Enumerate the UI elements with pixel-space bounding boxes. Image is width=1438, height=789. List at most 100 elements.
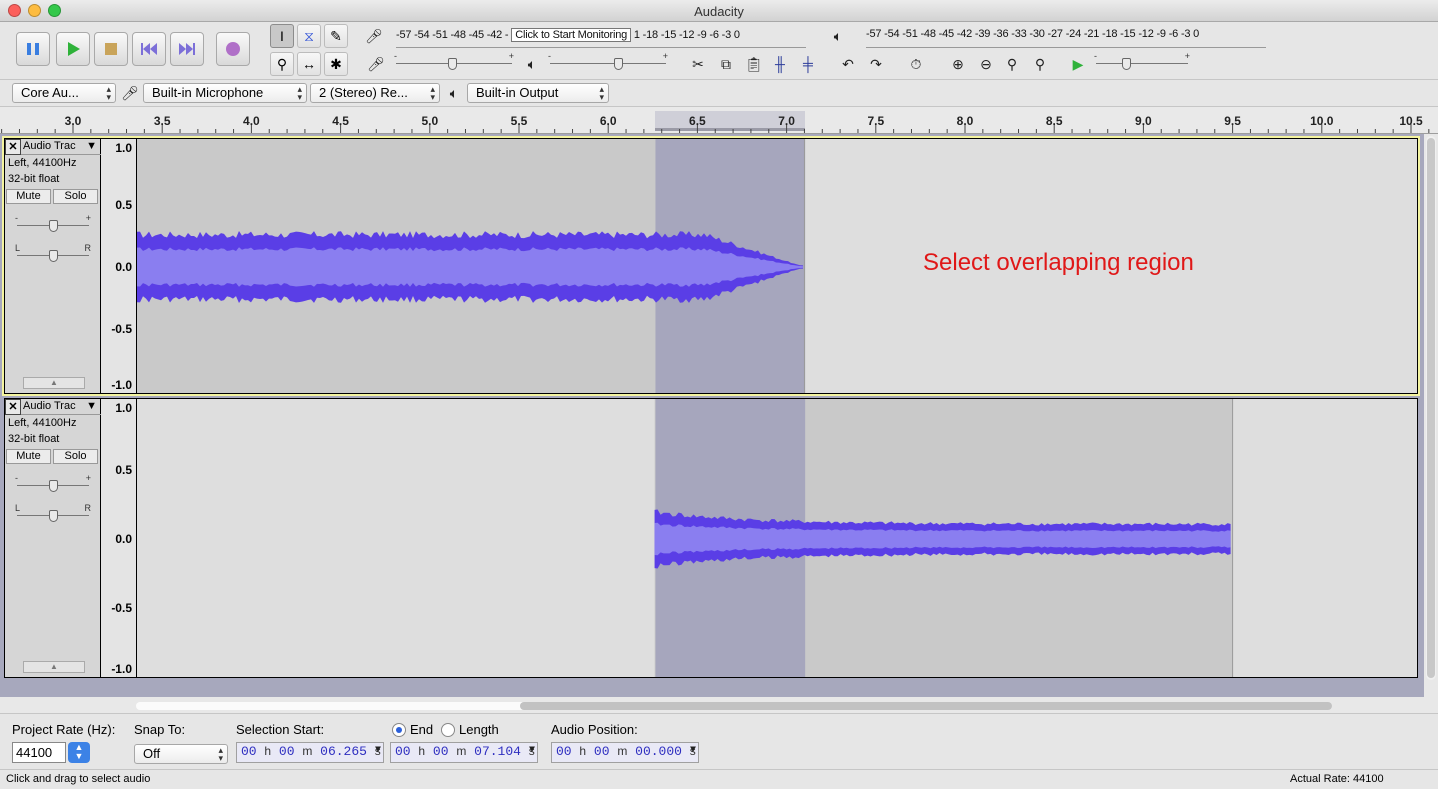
track-close-button[interactable]: ✕ [5,399,21,415]
chevron-down-icon[interactable]: ▼ [86,400,97,412]
slider-max-label: + [85,213,91,223]
track-control-panel: ✕ Audio Trac ▼ Left, 44100Hz 32-bit floa… [5,139,101,393]
selection-start-time[interactable]: 00 h 00 m 06.265 s ▼ [236,742,384,763]
waveform-area[interactable] [137,399,1417,677]
pan-left-label: L [15,503,21,513]
annotation-text: Select overlapping region [923,249,1194,276]
speaker-icon: 🔈︎ [833,27,843,44]
record-button[interactable] [216,32,250,66]
project-rate-stepper[interactable]: ▲ ▼ [68,742,90,763]
zoom-tool-button[interactable]: ⚲ [270,52,294,76]
timeline-ruler[interactable]: 3.0 3.5 4.0 4.5 5.0 5.5 6.0 6.5 7.0 7.5 8.0 8.5 9.0 9… [0,107,1438,134]
collapse-track-button[interactable]: ▲ [23,661,85,673]
snap-to-select[interactable]: Off ▴ ▾ [134,744,228,764]
play-button[interactable] [56,32,90,66]
output-volume-slider[interactable]: - + [548,51,668,71]
draw-tool-button[interactable]: ✎ [324,24,348,48]
zoom-tool-icon: ⚲ [276,55,288,72]
selection-tool-button[interactable]: I [270,24,294,48]
slider-max-label: + [1184,51,1190,61]
selection-toolbar: Project Rate (Hz): 44100 ▲ ▼ Snap To: Off… [0,713,1438,769]
length-radio[interactable] [441,723,455,737]
output-device-select[interactable]: Built-in Output ▴ ▾ [467,83,609,103]
timeshift-tool-icon: ↔ [302,56,316,72]
zoom-out-button[interactable]: ⊖ [974,52,998,76]
fit-selection-button[interactable]: ⚲ [1000,52,1024,76]
close-icon: ✕ [8,141,18,153]
fit-project-icon: ⚲ [1034,55,1046,72]
project-rate-input[interactable]: 44100 [12,742,66,763]
horizontal-scrollbar[interactable] [136,702,1332,710]
stop-button[interactable] [94,32,128,66]
track-name[interactable]: Audio Trac [23,400,76,412]
gain-slider[interactable]: - + [15,213,91,233]
sync-lock-button[interactable]: ⏱ [904,52,928,76]
play-speed-slider[interactable]: - + [1094,51,1190,71]
selection-end-time[interactable]: 00 h 00 m 07.104 s ▼ [390,742,538,763]
record-meter[interactable]: -57 -54 -51 -48 -45 -42 - Click to Start… [396,28,806,48]
ruler-label: 9.5 [1224,114,1241,128]
play-at-speed-button[interactable]: ▶ [1066,52,1090,76]
length-label: Length [459,722,499,737]
cut-button[interactable]: ✂ [686,52,710,76]
pause-button[interactable] [16,32,50,66]
playback-meter[interactable]: -57 -54 -51 -48 -45 -42 -39 -36 -33 -30 … [866,28,1266,48]
audio-host-select[interactable]: Core Au... ▴ ▾ [12,83,116,103]
vertical-scrollbar[interactable] [1426,136,1436,680]
solo-button[interactable]: Solo [53,449,98,464]
chevron-down-icon[interactable]: ▼ [690,745,696,756]
zoom-in-icon: ⊕ [952,55,964,72]
record-meter-button[interactable]: 🎤︎ [362,24,386,48]
input-device-icon: 🎤︎ [121,84,139,101]
chevron-down-icon[interactable]: ▼ [375,745,381,756]
audio-track-2[interactable]: ✕ Audio Trac ▼ Left, 44100Hz 32-bit floa… [4,398,1418,678]
scale-label: 0.0 [115,260,132,274]
input-device-select[interactable]: Built-in Microphone ▴ ▾ [143,83,307,103]
solo-button[interactable]: Solo [53,189,98,204]
zoom-in-button[interactable]: ⊕ [946,52,970,76]
amplitude-ruler: 1.0 0.5 0.0 -0.5 -1.0 [101,399,137,677]
input-volume-slider[interactable]: - + [394,51,514,71]
undo-icon: ↶ [842,55,854,72]
audio-position-time[interactable]: 00 h 00 m 00.000 s ▼ [551,742,699,763]
slider-min-label: - [548,51,551,61]
status-text: Click and drag to select audio [6,773,151,785]
scale-label: -1.0 [111,378,132,392]
track-name[interactable]: Audio Trac [23,140,76,152]
collapse-track-button[interactable]: ▲ [23,377,85,389]
waveform-area[interactable]: Select overlapping region [1,139,1417,393]
paste-button[interactable]: 📋︎ [742,52,766,76]
redo-button[interactable]: ↷ [864,52,888,76]
pan-slider[interactable]: L R [15,243,91,263]
chevron-down-icon[interactable]: ▼ [529,745,535,756]
audio-track-1[interactable]: ✕ Audio Trac ▼ Left, 44100Hz 32-bit floa… [1,136,1420,396]
mute-button[interactable]: Mute [6,189,51,204]
track-close-button[interactable]: ✕ [5,139,21,155]
input-channels-select[interactable]: 2 (Stereo) Re... ▴ ▾ [310,83,440,103]
silence-button[interactable]: ╪ [796,52,820,76]
multi-tool-button[interactable]: ✱ [324,52,348,76]
skip-to-start-button[interactable] [132,32,166,66]
draw-tool-icon: ✎ [330,27,342,44]
playback-meter-button[interactable]: 🔈︎ [826,24,850,48]
end-radio[interactable] [392,723,406,737]
undo-button[interactable]: ↶ [836,52,860,76]
chevron-down-icon[interactable]: ▼ [86,140,97,152]
ruler-label: 8.0 [956,114,974,128]
fit-project-button[interactable]: ⚲ [1028,52,1052,76]
pan-slider[interactable]: L R [15,503,91,523]
slider-max-label: + [85,473,91,483]
trim-button[interactable]: ╫ [768,52,792,76]
ruler-label: 3.5 [153,114,171,128]
copy-button[interactable]: ⧉ [714,52,738,76]
timeshift-tool-button[interactable]: ↔ [297,52,321,76]
scale-label: -0.5 [111,601,132,615]
scale-label: 0.0 [115,532,132,546]
skip-to-end-button[interactable] [170,32,204,66]
gain-slider[interactable]: - + [15,473,91,493]
silence-icon: ╪ [803,56,813,72]
ruler-label: 7.5 [867,114,885,128]
scale-label: -0.5 [111,322,132,336]
mute-button[interactable]: Mute [6,449,51,464]
envelope-tool-button[interactable]: ⧖ [297,24,321,48]
